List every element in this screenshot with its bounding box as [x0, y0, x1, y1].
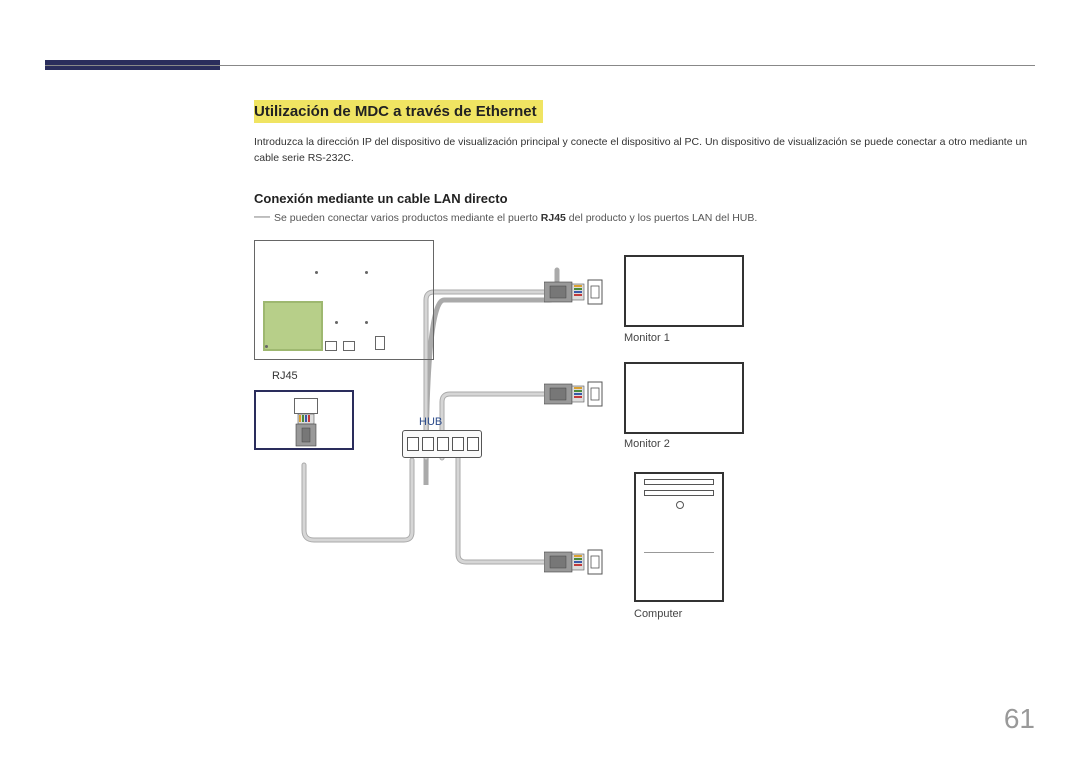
section-title: Utilización de MDC a través de Ethernet [254, 100, 543, 123]
note-dash-icon: ― [254, 212, 270, 222]
hub-port-icon [422, 437, 434, 451]
panel-port-icon [343, 341, 355, 351]
note-text: Se pueden conectar varios productos medi… [274, 212, 757, 224]
screw-dot-icon [365, 271, 368, 274]
screw-dot-icon [265, 345, 268, 348]
hub-port-icon [452, 437, 464, 451]
subheading: Conexión mediante un cable LAN directo [254, 191, 1035, 206]
vent-area [644, 552, 714, 592]
panel-port-icon [325, 341, 337, 351]
highlighted-port-area [263, 301, 323, 351]
hub-port-icon [437, 437, 449, 451]
note-bold: RJ45 [541, 212, 566, 224]
note-line: ― Se pueden conectar varios productos me… [254, 212, 1035, 224]
hub-label: HUB [419, 416, 442, 428]
lan-connector-icon [544, 376, 604, 412]
lan-connector-icon [544, 274, 604, 310]
hub-port-icon [407, 437, 419, 451]
monitor-1 [624, 255, 744, 327]
computer-label: Computer [634, 608, 682, 620]
monitor1-label: Monitor 1 [624, 332, 670, 344]
rj45-plug-icon [294, 414, 318, 450]
screw-dot-icon [335, 321, 338, 324]
screw-dot-icon [315, 271, 318, 274]
screw-dot-icon [365, 321, 368, 324]
power-button-icon [676, 501, 684, 509]
note-after: del producto y los puertos LAN del HUB. [566, 212, 757, 224]
drive-bay-icon [644, 490, 714, 496]
rj45-closeup [254, 390, 354, 450]
monitor-2 [624, 362, 744, 434]
header-rule [45, 65, 1035, 66]
hub-port-icon [467, 437, 479, 451]
monitor2-label: Monitor 2 [624, 438, 670, 450]
hub-device [402, 430, 482, 458]
product-rear-panel [254, 240, 434, 360]
rj45-label: RJ45 [272, 370, 298, 382]
lan-connector-icon [544, 544, 604, 580]
intro-paragraph: Introduzca la dirección IP del dispositi… [254, 135, 1035, 167]
power-port-icon [375, 336, 385, 350]
page-content: Utilización de MDC a través de Ethernet … [254, 100, 1035, 640]
rj45-socket-icon [294, 398, 318, 414]
drive-bay-icon [644, 479, 714, 485]
note-before: Se pueden conectar varios productos medi… [274, 212, 541, 224]
computer-tower [634, 472, 724, 602]
connection-diagram: RJ45 HUB [254, 240, 814, 640]
page-number: 61 [1004, 703, 1035, 735]
